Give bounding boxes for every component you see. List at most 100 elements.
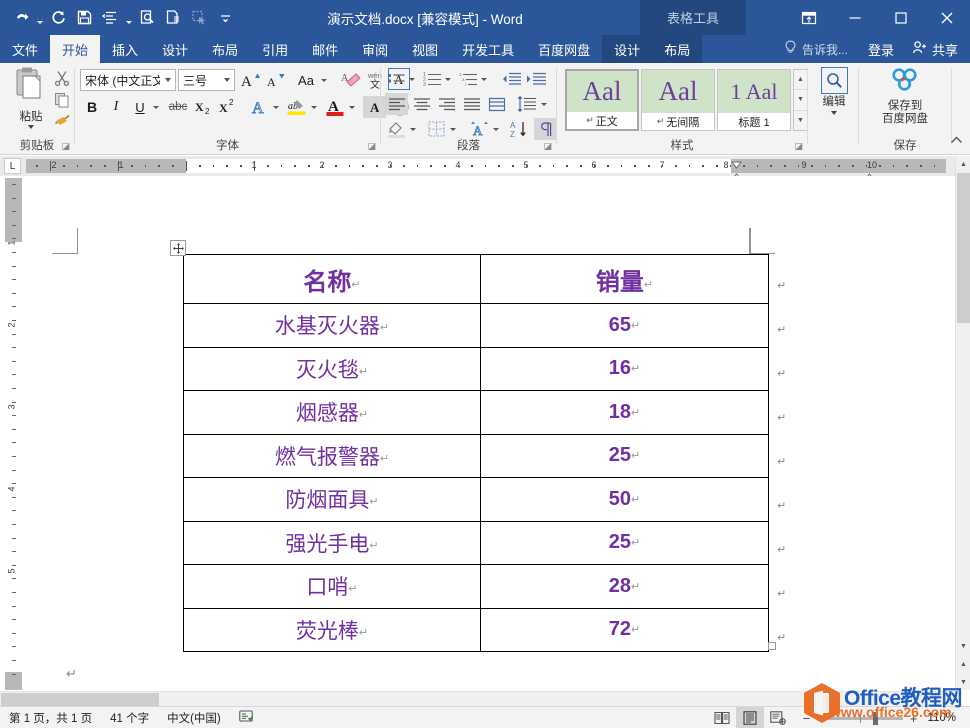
vertical-scrollbar[interactable]: ▲ ▼ ▲ ▼	[955, 156, 970, 690]
web-layout-icon[interactable]	[764, 707, 792, 728]
align-center-button[interactable]	[410, 93, 433, 115]
font-dialog-launcher[interactable]: ◪	[367, 141, 376, 152]
save-icon[interactable]	[71, 5, 97, 31]
minimize-button[interactable]	[832, 0, 878, 35]
cut-button[interactable]	[50, 67, 74, 88]
line-spacing-button[interactable]	[515, 93, 539, 115]
zoom-slider-thumb[interactable]	[873, 711, 878, 725]
vertical-ruler[interactable]: 1 2 3 4 5	[5, 178, 22, 690]
numbering-dropdown-icon[interactable]	[443, 68, 452, 90]
font-color-button[interactable]: A	[323, 96, 347, 118]
table-cell-qty[interactable]: 72↵	[480, 607, 769, 652]
format-painter-button[interactable]	[50, 110, 74, 131]
word-count[interactable]: 41 个字	[101, 710, 158, 726]
read-mode-icon[interactable]	[708, 707, 736, 728]
collapse-ribbon-icon[interactable]	[950, 135, 963, 149]
distribute-button[interactable]	[485, 93, 508, 115]
zoom-in-button[interactable]: +	[909, 711, 918, 726]
tell-me-box[interactable]: 告诉我...	[774, 40, 858, 58]
table-row[interactable]: 口哨↵ 28↵	[183, 564, 769, 609]
style-item-body[interactable]: Aal ↵ 正文	[565, 69, 639, 131]
align-left-button[interactable]	[385, 93, 408, 115]
tab-design[interactable]: 设计	[150, 35, 200, 63]
highlight-color-button[interactable]: ab	[285, 96, 309, 118]
table-cell-name[interactable]: 灭火毯↵	[183, 346, 481, 391]
styles-more-icon[interactable]: ▼	[794, 111, 807, 130]
table-cell-name[interactable]: 强光手电↵	[183, 520, 481, 565]
text-effects-button[interactable]: A	[247, 96, 271, 118]
copy-button[interactable]	[50, 89, 74, 110]
table-row[interactable]: 荧光棒↵ 72↵	[183, 607, 769, 652]
bold-button[interactable]: B	[81, 96, 103, 118]
table-row[interactable]: 强光手电↵ 25↵	[183, 520, 769, 565]
previous-page-icon[interactable]: ▲	[956, 656, 970, 672]
table-cell-name[interactable]: 荧光棒↵	[183, 607, 481, 652]
document-canvas[interactable]: 名称↵ 销量↵ 水基灭火器↵ 65↵ 灭火毯↵ 16↵ 烟感器↵ 18↵ 燃气报警器↵ 25↵ 防烟…	[22, 176, 955, 690]
clipboard-dialog-launcher[interactable]: ◪	[61, 141, 70, 152]
line-spacing-dropdown-icon[interactable]	[539, 93, 548, 115]
table-header-row[interactable]: 名称↵ 销量↵	[183, 254, 769, 304]
tab-file[interactable]: 文件	[0, 35, 50, 63]
table-row[interactable]: 烟感器↵ 18↵	[183, 390, 769, 435]
customize-qat-icon[interactable]	[212, 5, 238, 31]
tab-home[interactable]: 开始	[50, 35, 101, 63]
language-indicator[interactable]: 中文(中国)	[158, 710, 230, 726]
format-dropdown-icon[interactable]	[123, 5, 134, 31]
tab-mailings[interactable]: 邮件	[300, 35, 350, 63]
scroll-down-icon[interactable]: ▼	[956, 638, 970, 654]
justify-button[interactable]	[460, 93, 483, 115]
table-cell-qty[interactable]: 65↵	[480, 303, 769, 348]
font-color-dropdown-icon[interactable]	[347, 96, 356, 118]
shrink-font-button[interactable]: A	[263, 69, 287, 91]
zoom-level[interactable]: 110%	[924, 712, 962, 724]
zoom-control[interactable]: − + 110%	[792, 711, 970, 726]
tab-review[interactable]: 审阅	[350, 35, 400, 63]
undo-dropdown-icon[interactable]	[34, 5, 45, 31]
tab-insert[interactable]: 插入	[100, 35, 150, 63]
sales-table[interactable]: 名称↵ 销量↵ 水基灭火器↵ 65↵ 灭火毯↵ 16↵ 烟感器↵ 18↵ 燃气报警器↵ 25↵ 防烟…	[183, 254, 769, 652]
grow-font-button[interactable]: A	[238, 69, 262, 91]
style-item-heading1[interactable]: 1 Aal 标题 1	[717, 69, 791, 131]
tab-references[interactable]: 引用	[250, 35, 300, 63]
decrease-indent-button[interactable]	[499, 68, 522, 90]
sign-in-button[interactable]: 登录	[858, 40, 904, 59]
edit-dropdown-icon[interactable]	[831, 111, 837, 116]
table-move-handle[interactable]	[170, 240, 186, 256]
bullets-button[interactable]	[385, 68, 407, 90]
font-name-dropdown-icon[interactable]	[160, 70, 175, 90]
horizontal-scroll-thumb[interactable]	[1, 693, 159, 706]
edit-button[interactable]: 编辑	[814, 67, 854, 116]
highlight-dropdown-icon[interactable]	[309, 96, 318, 118]
style-item-no-spacing[interactable]: Aal ↵ 无间隔	[641, 69, 715, 131]
zoom-slider[interactable]	[817, 711, 903, 725]
print-preview-icon[interactable]	[134, 5, 160, 31]
vertical-scroll-thumb[interactable]	[957, 173, 970, 323]
table-cell-qty[interactable]: 25↵	[480, 433, 769, 478]
horizontal-scrollbar[interactable]	[0, 691, 955, 706]
table-row[interactable]: 防烟面具↵ 50↵	[183, 477, 769, 522]
maximize-button[interactable]	[878, 0, 924, 35]
table-row[interactable]: 灭火毯↵ 16↵	[183, 346, 769, 391]
change-case-dropdown-icon[interactable]	[319, 69, 328, 91]
table-cell-qty[interactable]: 16↵	[480, 346, 769, 391]
table-cell-qty[interactable]: 28↵	[480, 564, 769, 609]
change-case-button[interactable]: Aa	[293, 69, 319, 91]
table-header-name[interactable]: 名称↵	[183, 254, 481, 304]
table-cell-qty[interactable]: 25↵	[480, 520, 769, 565]
undo-icon[interactable]	[8, 5, 34, 31]
format-icon[interactable]	[97, 5, 123, 31]
zoom-out-button[interactable]: −	[802, 711, 811, 726]
horizontal-ruler[interactable]: L 2 1 1 2 3 4 5 6 7 8 9 10	[0, 156, 970, 187]
font-size-combo[interactable]: 三号	[178, 69, 235, 91]
bullets-dropdown-icon[interactable]	[407, 68, 416, 90]
strikethrough-button[interactable]: abc	[165, 96, 191, 118]
font-size-dropdown-icon[interactable]	[219, 70, 234, 90]
tab-table-layout[interactable]: 布局	[652, 35, 702, 63]
ribbon-display-options-icon[interactable]	[786, 0, 832, 35]
table-row[interactable]: 燃气报警器↵ 25↵	[183, 433, 769, 478]
text-effects-dropdown-icon[interactable]	[271, 96, 280, 118]
underline-button[interactable]: U	[129, 96, 151, 118]
table-row[interactable]: 水基灭火器↵ 65↵	[183, 303, 769, 348]
tab-developer[interactable]: 开发工具	[450, 35, 526, 63]
close-button[interactable]	[924, 0, 970, 35]
